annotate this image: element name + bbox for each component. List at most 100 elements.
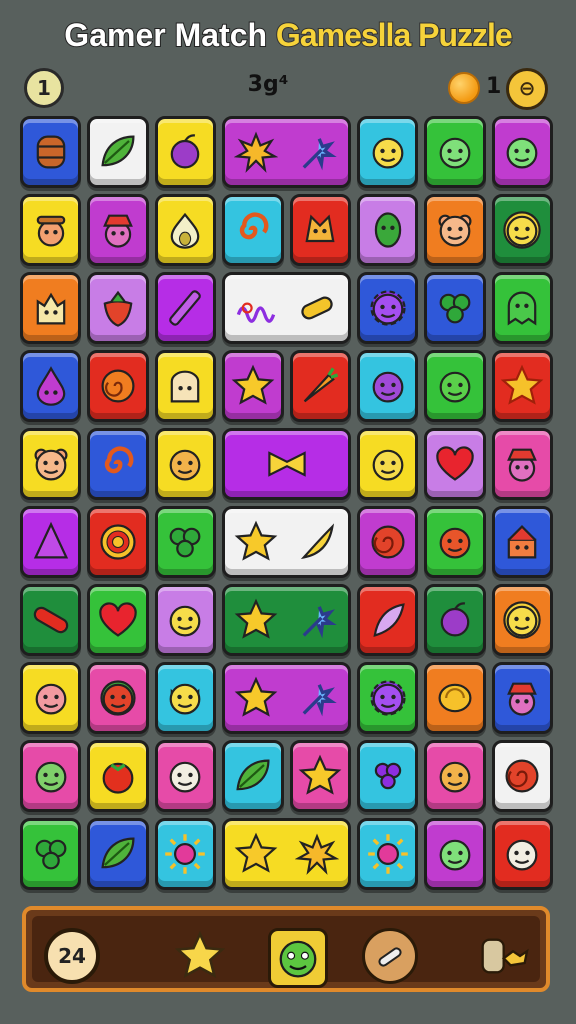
leaf-icon (101, 135, 135, 167)
spark-icon (302, 684, 338, 717)
tile[interactable] (491, 506, 554, 578)
tile[interactable] (222, 584, 351, 656)
corn-icon (301, 296, 333, 320)
drop-face-icon (36, 366, 65, 406)
tile[interactable] (424, 818, 486, 890)
burst-icon (233, 131, 278, 173)
heart-icon (99, 602, 137, 637)
tile[interactable] (222, 428, 351, 500)
tile[interactable] (357, 662, 419, 734)
tile[interactable] (491, 116, 554, 188)
tile[interactable] (424, 584, 486, 656)
tile[interactable] (357, 584, 419, 656)
tile[interactable] (222, 506, 351, 578)
tile[interactable] (154, 740, 217, 812)
tile[interactable] (20, 584, 82, 656)
tile[interactable] (20, 506, 82, 578)
tomato-icon (102, 762, 134, 794)
plum-face-icon (372, 371, 404, 403)
tile[interactable] (424, 740, 486, 812)
gear-face-icon (370, 680, 406, 716)
tile[interactable] (491, 272, 554, 344)
tile[interactable] (20, 662, 82, 734)
hammer-booster-button[interactable] (362, 928, 418, 984)
bug-face-icon (439, 527, 471, 559)
farmer-face-icon (36, 215, 65, 247)
green-face-icon (279, 940, 317, 978)
tile[interactable] (20, 740, 82, 812)
tile[interactable] (222, 740, 284, 812)
tile[interactable] (357, 272, 419, 344)
tile[interactable] (491, 740, 554, 812)
tile[interactable] (289, 350, 351, 422)
tile[interactable] (87, 272, 149, 344)
tile[interactable] (491, 662, 554, 734)
tile[interactable] (20, 116, 82, 188)
tile[interactable] (87, 428, 149, 500)
tile[interactable] (20, 350, 82, 422)
tile[interactable] (222, 194, 284, 266)
swirl-icon (104, 446, 134, 474)
tile[interactable] (87, 818, 149, 890)
tile[interactable] (87, 662, 149, 734)
star-booster-button[interactable] (172, 928, 228, 984)
tile[interactable] (357, 818, 419, 890)
feather-icon (373, 603, 405, 637)
flower-face-icon (503, 211, 542, 249)
tile[interactable] (424, 116, 486, 188)
tile[interactable] (154, 272, 217, 344)
tile[interactable] (222, 350, 284, 422)
tile[interactable] (154, 428, 217, 500)
menu-button[interactable]: ⊖ (506, 68, 548, 110)
tile[interactable] (357, 350, 419, 422)
tile[interactable] (87, 506, 149, 578)
tile[interactable] (491, 818, 554, 890)
tile[interactable] (424, 350, 486, 422)
tile[interactable] (424, 662, 486, 734)
key-booster-button[interactable] (478, 928, 534, 984)
tile[interactable] (357, 428, 419, 500)
tile[interactable] (154, 584, 217, 656)
tile[interactable] (154, 662, 217, 734)
tile[interactable] (154, 194, 217, 266)
tile[interactable] (424, 428, 486, 500)
score-text: 3g⁴ (247, 72, 289, 97)
tile[interactable] (222, 818, 351, 890)
tile[interactable] (424, 194, 486, 266)
tile[interactable] (357, 740, 419, 812)
tile[interactable] (154, 116, 217, 188)
tile[interactable] (87, 584, 149, 656)
tile[interactable] (222, 662, 351, 734)
tile[interactable] (491, 584, 554, 656)
carrot-icon (304, 367, 339, 403)
tile[interactable] (357, 194, 419, 266)
smile-face-icon (372, 137, 404, 169)
tile[interactable] (87, 116, 149, 188)
tile[interactable] (491, 350, 554, 422)
tile[interactable] (87, 350, 149, 422)
tile[interactable] (289, 740, 351, 812)
star-icon (174, 930, 226, 979)
tile[interactable] (87, 194, 149, 266)
tile[interactable] (424, 272, 486, 344)
tile[interactable] (424, 506, 486, 578)
clover-icon (439, 293, 471, 324)
strawberry-icon (103, 290, 133, 327)
bomb-booster-button[interactable] (268, 928, 328, 988)
tile[interactable] (357, 506, 419, 578)
tile[interactable] (20, 428, 82, 500)
tile[interactable] (154, 350, 217, 422)
tile[interactable] (222, 272, 351, 344)
tile[interactable] (357, 116, 419, 188)
tile[interactable] (491, 194, 554, 266)
tile[interactable] (20, 272, 82, 344)
tile[interactable] (20, 818, 82, 890)
tile[interactable] (87, 740, 149, 812)
tile[interactable] (222, 116, 351, 188)
tile[interactable] (20, 194, 82, 266)
pen-icon (169, 290, 202, 326)
tile[interactable] (289, 194, 351, 266)
tile[interactable] (491, 428, 554, 500)
tile[interactable] (154, 818, 217, 890)
tile[interactable] (154, 506, 217, 578)
